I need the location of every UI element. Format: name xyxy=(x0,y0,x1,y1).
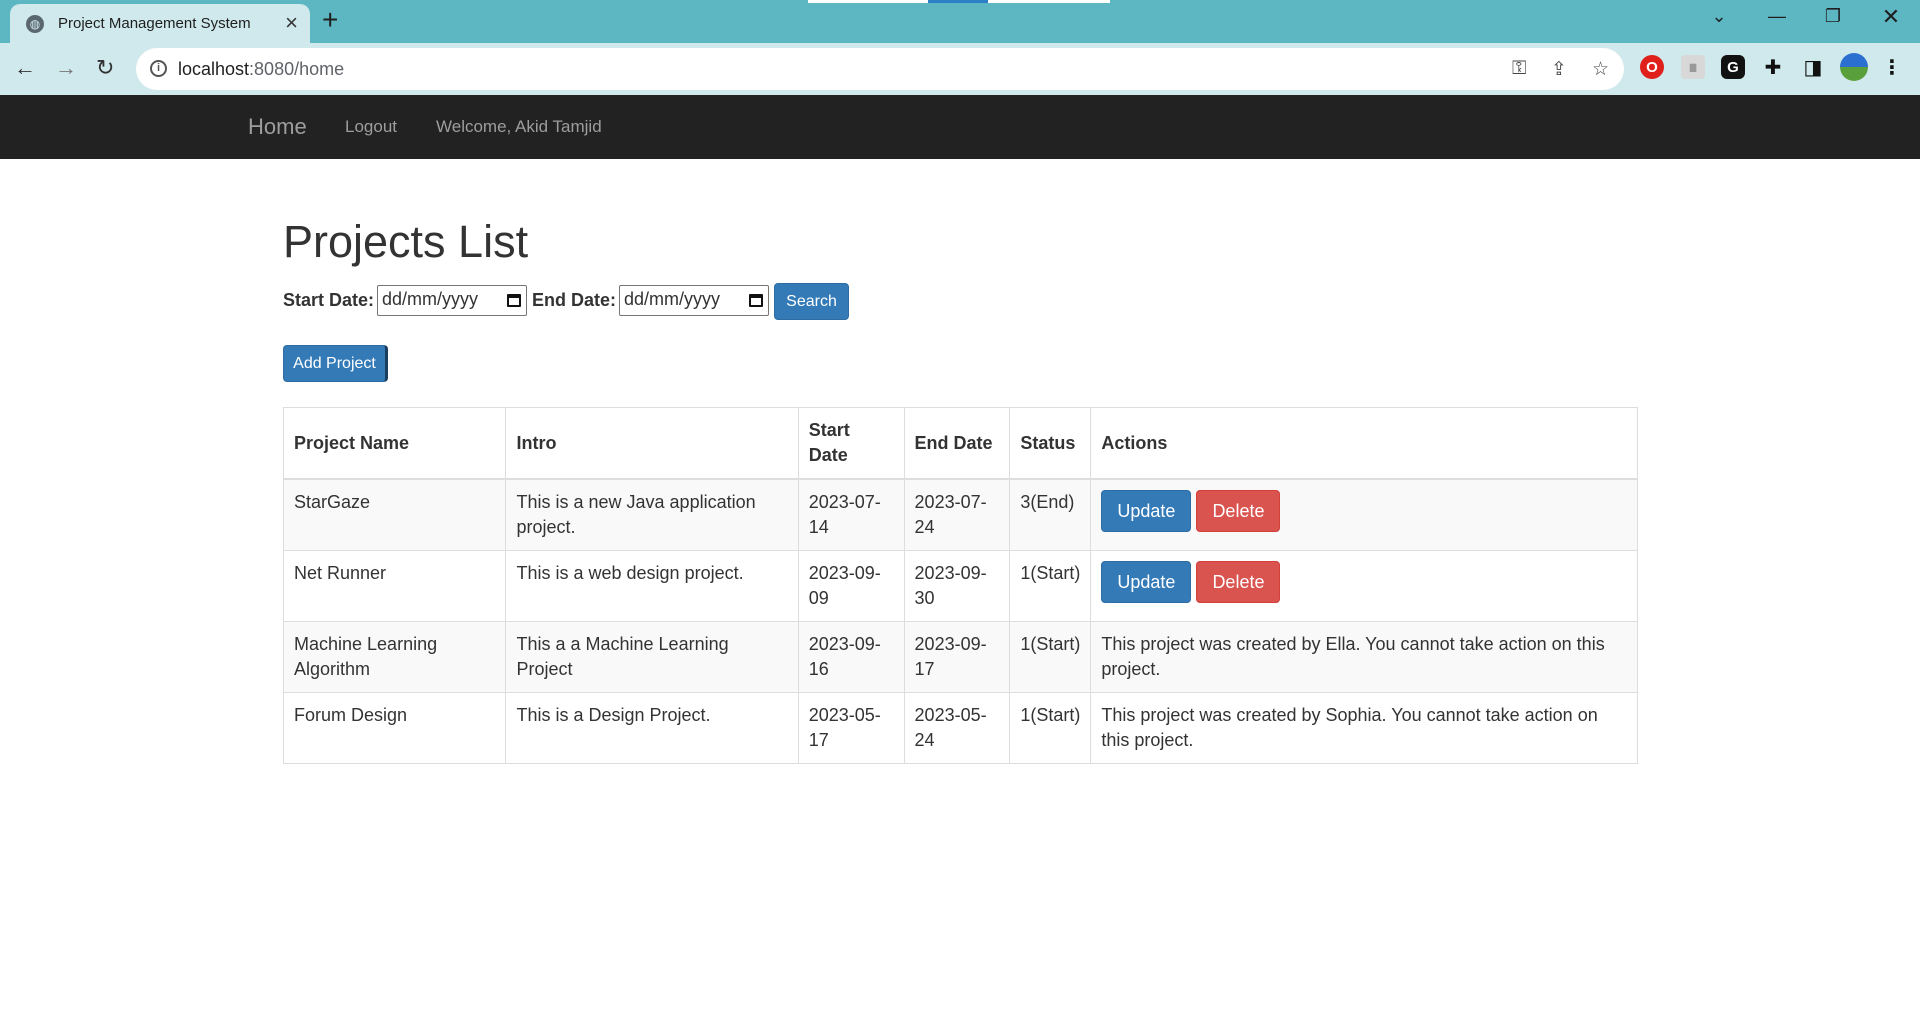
project-name-cell: StarGaze xyxy=(282,478,507,551)
end-date-cell: 2023-09-30 xyxy=(903,550,1011,622)
minimize-icon[interactable]: — xyxy=(1757,6,1797,27)
projects-table: Project Name Intro Start Date End Date S… xyxy=(282,407,1638,764)
status-cell: 1(Start) xyxy=(1009,692,1092,764)
update-button[interactable]: Update xyxy=(1101,561,1192,603)
intro-cell: This is a new Java application project. xyxy=(505,478,799,551)
url-text[interactable]: localhost:8080/home xyxy=(178,59,344,80)
grammarly-extension-icon[interactable]: G xyxy=(1721,55,1745,79)
end-date-cell: 2023-09-17 xyxy=(903,621,1011,693)
new-tab-icon[interactable]: + xyxy=(322,6,338,34)
window-close-icon[interactable]: ✕ xyxy=(1871,4,1911,30)
page-title: Projects List xyxy=(283,216,529,267)
end-date-cell: 2023-05-24 xyxy=(903,692,1011,764)
window-drag-region-right xyxy=(988,0,1110,3)
end-date-label: End Date: xyxy=(532,290,617,310)
reload-icon[interactable]: ↻ xyxy=(96,55,114,81)
table-header-row: Project Name Intro Start Date End Date S… xyxy=(282,407,1638,480)
site-info-icon[interactable]: i xyxy=(150,60,167,77)
close-tab-icon[interactable]: × xyxy=(285,12,298,34)
header-status: Status xyxy=(1009,407,1092,480)
action-message-cell: This project was created by Ella. You ca… xyxy=(1090,621,1638,693)
header-actions: Actions xyxy=(1090,407,1638,480)
start-date-cell: 2023-05-17 xyxy=(797,692,905,764)
search-button[interactable]: Search xyxy=(774,283,849,320)
tab-search-icon[interactable]: ⌄ xyxy=(1699,6,1739,27)
menu-kebab-icon[interactable]: ⋮ xyxy=(1880,55,1904,79)
back-icon[interactable]: ← xyxy=(14,55,36,81)
nav-welcome-text: Welcome, Akid Tamjid xyxy=(436,117,602,136)
start-date-cell: 2023-09-09 xyxy=(797,550,905,622)
intro-cell: This is a web design project. xyxy=(505,550,799,622)
browser-toolbar: ← → ↻ i localhost:8080/home ⚿ ⇪ ☆ O ∎ G … xyxy=(0,43,1920,95)
add-project-button[interactable]: Add Project xyxy=(283,345,388,382)
forward-icon[interactable]: → xyxy=(55,55,77,81)
address-bar[interactable]: i localhost:8080/home ⚿ ⇪ ☆ xyxy=(136,48,1624,90)
opera-extension-icon[interactable]: O xyxy=(1640,55,1664,79)
calendar-icon[interactable] xyxy=(749,294,763,307)
status-cell: 3(End) xyxy=(1009,478,1092,551)
header-intro: Intro xyxy=(505,407,799,480)
start-date-input[interactable]: dd/mm/yyyy xyxy=(377,285,527,316)
actions-cell: Update Delete xyxy=(1090,550,1638,622)
calendar-icon[interactable] xyxy=(507,294,521,307)
window-drag-region xyxy=(808,0,928,3)
intro-cell: This a a Machine Learning Project xyxy=(505,621,799,693)
share-icon[interactable]: ⇪ xyxy=(1551,58,1567,81)
key-icon[interactable]: ⚿ xyxy=(1512,58,1526,80)
browser-tab[interactable]: ◍ Project Management System × xyxy=(10,4,310,43)
end-date-placeholder: dd/mm/yyyy xyxy=(624,289,721,309)
start-date-placeholder: dd/mm/yyyy xyxy=(382,289,479,309)
puzzle-extensions-icon[interactable]: ✚ xyxy=(1761,55,1785,79)
project-name-cell: Net Runner xyxy=(282,550,507,622)
side-panel-icon[interactable]: ◨ xyxy=(1801,55,1825,79)
start-date-label: Start Date: xyxy=(283,290,375,310)
profile-avatar[interactable] xyxy=(1840,53,1868,81)
browser-tab-strip: ◍ Project Management System × + ⌄ — ❐ ✕ xyxy=(0,0,1920,43)
delete-button[interactable]: Delete xyxy=(1196,561,1281,603)
start-date-cell: 2023-07-14 xyxy=(797,478,905,551)
start-date-cell: 2023-09-16 xyxy=(797,621,905,693)
status-cell: 1(Start) xyxy=(1009,550,1092,622)
window-drag-region-active xyxy=(928,0,988,3)
extension-icon[interactable]: ∎ xyxy=(1681,55,1705,79)
action-message-cell: This project was created by Sophia. You … xyxy=(1090,692,1638,764)
update-button[interactable]: Update xyxy=(1101,490,1192,532)
app-navbar: Home Logout Welcome, Akid Tamjid xyxy=(0,95,1920,159)
header-project-name: Project Name xyxy=(282,407,507,480)
table-row: Forum Design This is a Design Project. 2… xyxy=(282,692,1638,764)
end-date-input[interactable]: dd/mm/yyyy xyxy=(619,285,769,316)
table-row: StarGaze This is a new Java application … xyxy=(282,478,1638,551)
header-start-date: Start Date xyxy=(797,407,905,480)
intro-cell: This is a Design Project. xyxy=(505,692,799,764)
end-date-cell: 2023-07-24 xyxy=(903,478,1011,551)
table-row: Machine Learning Algorithm This a a Mach… xyxy=(282,621,1638,693)
project-name-cell: Machine Learning Algorithm xyxy=(282,621,507,693)
actions-cell: Update Delete xyxy=(1090,478,1638,551)
tab-title: Project Management System xyxy=(58,15,251,32)
globe-icon: ◍ xyxy=(26,14,44,33)
restore-icon[interactable]: ❐ xyxy=(1813,6,1853,27)
project-name-cell: Forum Design xyxy=(282,692,507,764)
nav-logout-link[interactable]: Logout xyxy=(345,117,397,137)
status-cell: 1(Start) xyxy=(1009,621,1092,693)
nav-home-link[interactable]: Home xyxy=(248,114,307,140)
delete-button[interactable]: Delete xyxy=(1196,490,1281,532)
bookmark-star-icon[interactable]: ☆ xyxy=(1592,58,1609,81)
table-row: Net Runner This is a web design project.… xyxy=(282,550,1638,622)
header-end-date: End Date xyxy=(903,407,1011,480)
